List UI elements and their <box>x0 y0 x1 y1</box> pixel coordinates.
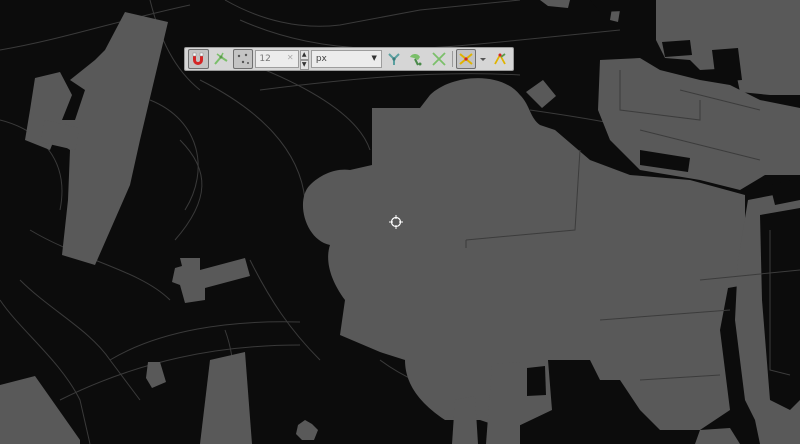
toolbar-separator <box>451 51 453 67</box>
enable-snapping-button[interactable] <box>188 49 209 69</box>
magnet-icon <box>193 52 204 65</box>
stepper-up-icon[interactable]: ▲ <box>299 50 309 60</box>
tolerance-stepper[interactable]: ▲ ▼ <box>299 50 309 70</box>
intersection-snap-icon <box>410 54 422 66</box>
snap-on-intersection-button[interactable] <box>406 49 426 69</box>
snap-type-button[interactable] <box>232 49 254 69</box>
clear-icon[interactable]: ✕ <box>287 53 294 62</box>
snap-vertex-icon <box>213 52 228 65</box>
units-value: px <box>315 54 327 64</box>
crosshair-cursor-icon <box>389 215 403 229</box>
vertex-tool-button[interactable] <box>490 49 510 69</box>
tolerance-value: 12 <box>259 54 271 64</box>
tolerance-input[interactable]: 12 ✕ <box>255 50 299 68</box>
tracing-icon <box>459 53 473 65</box>
units-select[interactable]: px ▼ <box>310 50 382 68</box>
stepper-down-icon[interactable]: ▼ <box>299 60 309 70</box>
snap-points-icon <box>237 53 250 64</box>
cross-icon <box>432 52 446 66</box>
topological-editing-button[interactable] <box>384 49 404 69</box>
enable-tracing-button[interactable] <box>455 49 477 69</box>
tracing-menu-button[interactable] <box>478 49 487 69</box>
snapping-toolbar: 12 ✕ ▲ ▼ px ▼ <box>184 47 514 71</box>
snap-to-vertex-button[interactable] <box>211 49 231 69</box>
chevron-down-icon: ▼ <box>371 54 377 62</box>
tracing-settings-icon <box>480 58 487 61</box>
vertex-tool-icon <box>494 53 506 65</box>
topology-icon <box>388 53 400 65</box>
avoid-overlap-button[interactable] <box>429 49 449 69</box>
